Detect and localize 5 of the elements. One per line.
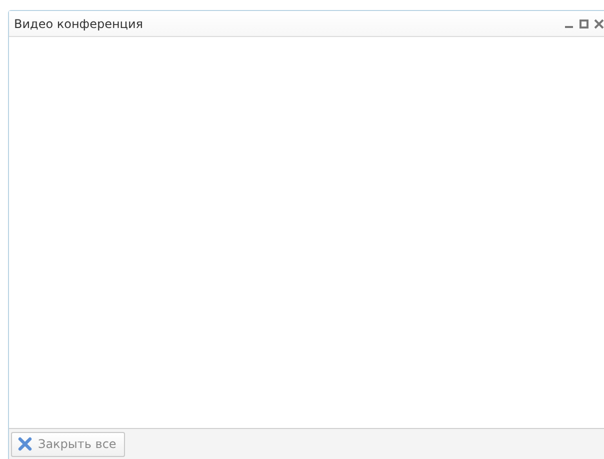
close-icon[interactable] (594, 18, 604, 28)
close-all-button[interactable]: Закрыть все (11, 432, 126, 456)
close-icon (18, 437, 32, 451)
window-title: Видео конференция (14, 16, 143, 30)
maximize-icon[interactable] (579, 18, 589, 28)
